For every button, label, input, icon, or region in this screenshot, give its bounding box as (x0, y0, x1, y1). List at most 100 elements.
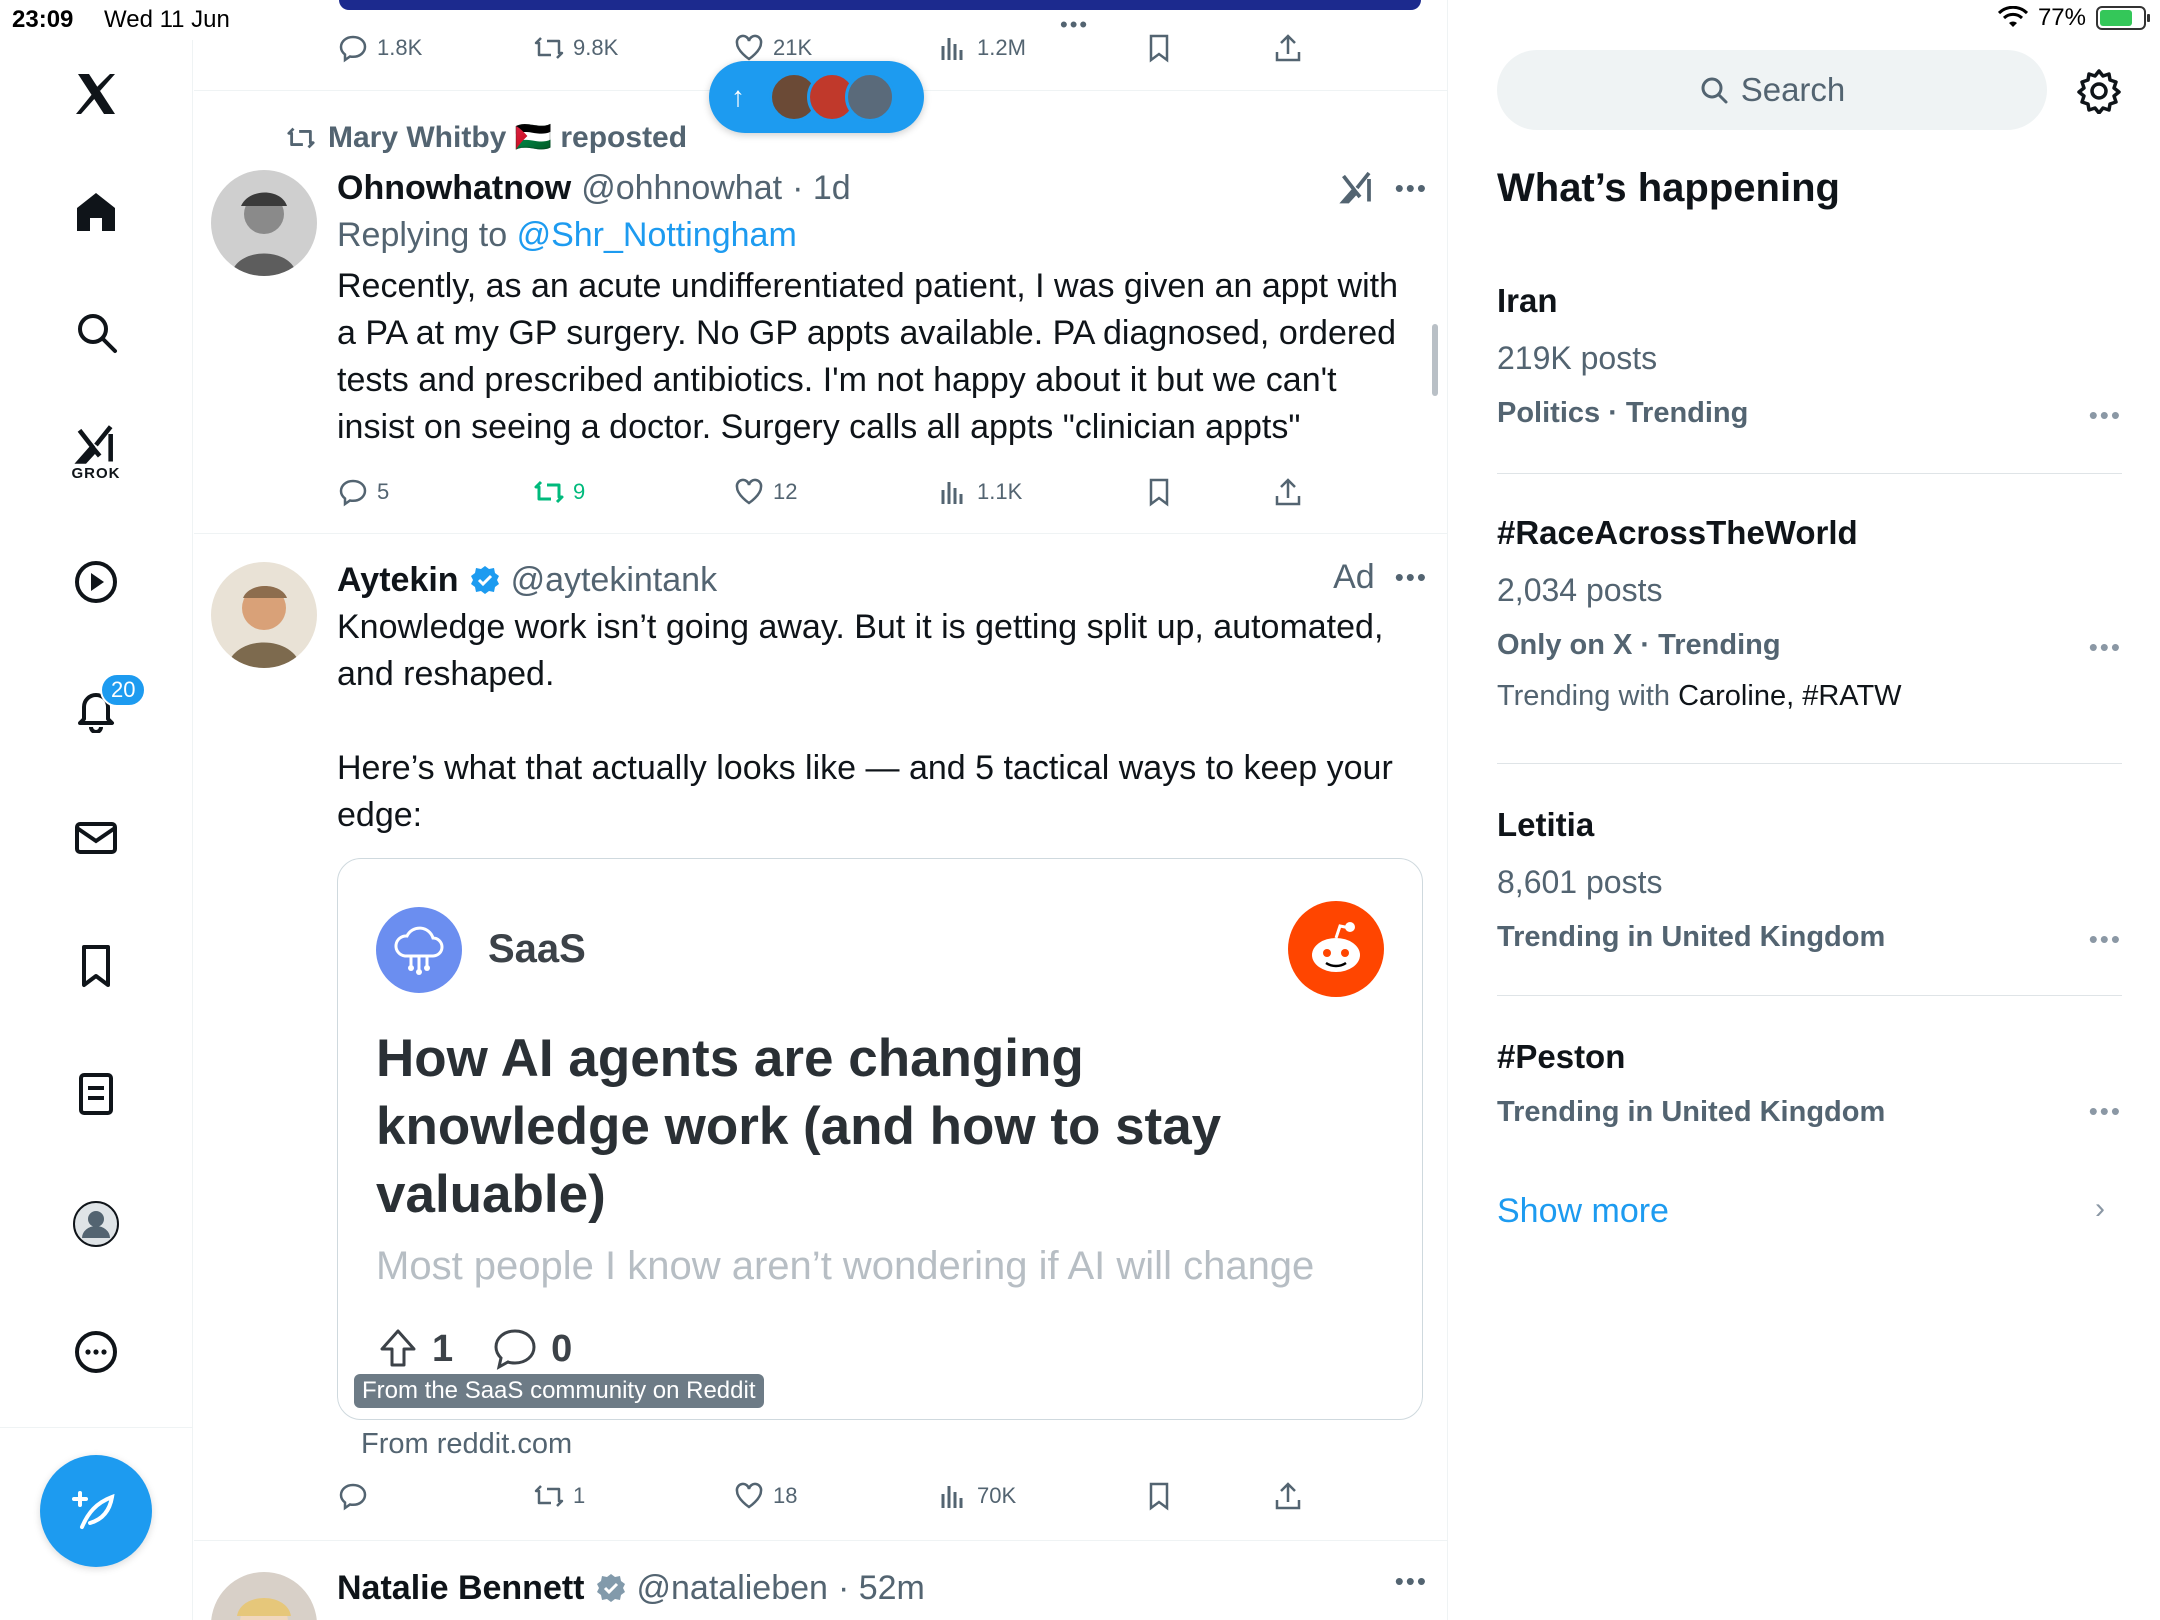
trend-title: Iran (1497, 282, 1558, 319)
show-more-link[interactable]: Show more (1497, 1192, 1669, 1231)
repost-button[interactable]: 1 (533, 1480, 585, 1512)
grok-explain-icon[interactable] (1339, 170, 1375, 206)
tweet-header: Natalie Bennett @natalieben · 52m (337, 1566, 1417, 1610)
trend-title: #Peston (1497, 1038, 1626, 1075)
avatar[interactable] (211, 1572, 317, 1620)
comment-count: 0 (551, 1327, 573, 1370)
repost-icon (534, 37, 564, 59)
author-handle[interactable]: @natalieben (637, 1569, 828, 1608)
trend-item[interactable]: #Peston Trending in United Kingdom ••• (1497, 1038, 2122, 1129)
messages-envelope-icon[interactable] (62, 804, 130, 872)
reply-icon (339, 479, 367, 507)
trend-more-icon[interactable]: ••• (2089, 924, 2122, 955)
upvote-arrow-icon (380, 1329, 416, 1367)
profile-avatar-icon[interactable] (62, 1190, 130, 1258)
card-title: How AI agents are changing knowledge wor… (376, 1029, 1222, 1224)
search-nav-icon[interactable] (62, 298, 130, 366)
home-icon[interactable] (62, 178, 130, 246)
right-sidebar: Search What’s happening Iran 219K posts … (1449, 0, 2160, 1620)
more-icon[interactable]: ••• (1395, 1566, 1428, 1597)
trend-title: #RaceAcrossTheWorld (1497, 514, 1858, 551)
replying-to-handle[interactable]: @Shr_Nottingham (517, 216, 797, 254)
like-button[interactable]: 21K (733, 32, 812, 64)
repost-indicator[interactable]: Mary Whitby 🇵🇸 reposted (284, 120, 687, 155)
bookmark-button[interactable] (1143, 1480, 1175, 1512)
repost-button[interactable]: 9.8K (533, 32, 618, 64)
views-chart-icon (941, 38, 963, 60)
verified-badge-icon (470, 566, 499, 594)
nav-divider (0, 1427, 193, 1428)
like-button[interactable]: 18 (733, 1480, 797, 1512)
share-icon (1275, 1482, 1301, 1510)
trend-separator (1497, 763, 2122, 764)
video-play-icon[interactable] (62, 548, 130, 616)
trend-item[interactable]: Letitia 8,601 posts Trending in United K… (1497, 806, 2122, 954)
reply-button[interactable]: 5 (337, 476, 389, 508)
share-button[interactable] (1272, 1480, 1304, 1512)
share-icon (1275, 34, 1301, 62)
feed-scrollbar[interactable] (1432, 324, 1438, 396)
notifications-bell-icon[interactable]: 20 (62, 673, 147, 743)
views-chart-icon (941, 1486, 963, 1508)
chevron-right-icon[interactable]: › (2095, 1192, 2105, 1226)
more-icon[interactable]: ••• (1395, 562, 1428, 593)
new-posts-pill[interactable]: ↑ (709, 61, 924, 133)
gear-icon[interactable] (2076, 68, 2122, 114)
trending-with-terms[interactable]: Caroline, #RATW (1678, 680, 1901, 712)
author-name[interactable]: Natalie Bennett (337, 1569, 585, 1608)
grok-icon[interactable]: GROK (62, 418, 130, 486)
author-handle[interactable]: @ohhnowhat (581, 169, 782, 208)
post-time[interactable]: · 52m (838, 1569, 925, 1608)
tweet-header: Ohnowhatnow @ohhnowhat · 1d (337, 166, 1417, 210)
compose-post-button[interactable] (40, 1455, 152, 1567)
search-placeholder: Search (1740, 71, 1846, 108)
card-source[interactable]: From reddit.com (361, 1428, 572, 1461)
views-button[interactable]: 70K (937, 1480, 1016, 1512)
more-options-icon[interactable] (62, 1318, 130, 1386)
views-button[interactable]: 1.2M (937, 32, 1026, 64)
link-card[interactable]: SaaS How AI agents are changing knowledg… (337, 858, 1423, 1420)
subreddit-cloud-icon (376, 907, 462, 993)
bookmark-button[interactable] (1143, 32, 1175, 64)
trend-category: Only on X · Trending (1497, 629, 1781, 661)
post-time[interactable]: · 1d (792, 169, 851, 208)
like-button[interactable]: 12 (733, 476, 797, 508)
share-button[interactable] (1272, 32, 1304, 64)
views-chart-icon (941, 482, 963, 504)
bookmark-icon (1149, 478, 1169, 507)
avatar[interactable] (211, 562, 317, 668)
bookmark-icon (1149, 1482, 1169, 1511)
share-icon (1275, 478, 1301, 506)
bookmarks-icon[interactable] (62, 932, 130, 1000)
avatar[interactable] (211, 170, 317, 276)
trend-more-icon[interactable]: ••• (2089, 400, 2122, 431)
trend-more-icon[interactable]: ••• (2089, 1096, 2122, 1127)
trend-category: Trending in United Kingdom (1497, 1096, 1886, 1128)
repost-icon (287, 127, 315, 148)
post-separator (194, 533, 1447, 534)
views-button[interactable]: 1.1K (937, 476, 1022, 508)
trending-with: Trending with Caroline, #RATW (1497, 680, 1902, 712)
trend-item[interactable]: Iran 219K posts Politics · Trending ••• (1497, 282, 2122, 430)
reply-icon (339, 1483, 367, 1511)
lists-icon[interactable] (62, 1060, 130, 1128)
author-handle[interactable]: @aytekintank (511, 561, 718, 600)
bookmark-button[interactable] (1143, 476, 1175, 508)
trend-more-icon[interactable]: ••• (2089, 632, 2122, 663)
tweet-text: Knowledge work isn’t going away. But it … (337, 608, 1393, 834)
author-name[interactable]: Aytekin (337, 561, 459, 600)
trend-item[interactable]: #RaceAcrossTheWorld 2,034 posts Only on … (1497, 514, 2122, 713)
repost-button[interactable]: 9 (533, 476, 585, 508)
post-separator (194, 1540, 1447, 1541)
replying-to: Replying to @Shr_Nottingham (337, 216, 797, 254)
author-name[interactable]: Ohnowhatnow (337, 169, 571, 208)
reply-button[interactable]: 1.8K (337, 32, 422, 64)
reply-button[interactable] (337, 1480, 377, 1512)
more-icon[interactable]: ••• (1395, 173, 1428, 204)
search-input[interactable]: Search (1497, 50, 2047, 130)
tweet-text: Recently, as an acute undifferentiated p… (337, 267, 1408, 446)
card-votes: 1 0 (376, 1327, 572, 1371)
arrow-up-icon: ↑ (731, 81, 745, 112)
share-button[interactable] (1272, 476, 1304, 508)
x-logo-icon[interactable] (62, 60, 130, 128)
